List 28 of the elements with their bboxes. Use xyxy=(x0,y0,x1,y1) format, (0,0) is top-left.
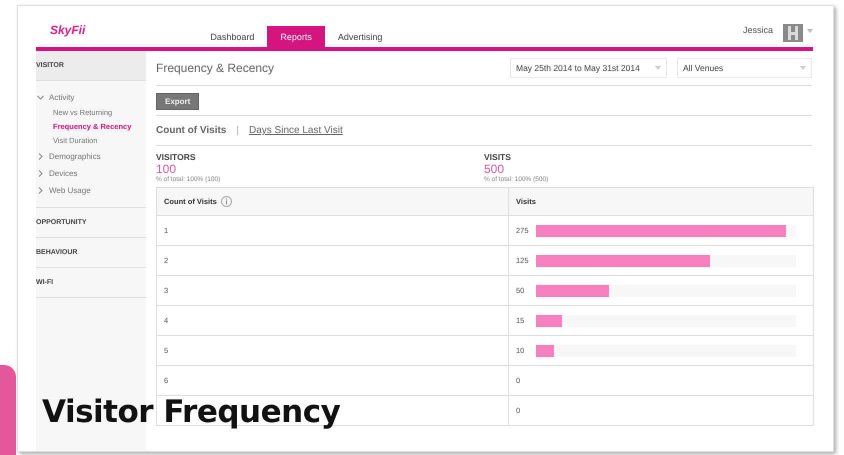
caret-icon[interactable] xyxy=(807,29,813,33)
nav-tab[interactable]: Dashboard xyxy=(197,26,268,47)
chevron-icon[interactable] xyxy=(37,187,44,194)
chevron-icon[interactable] xyxy=(37,153,44,160)
sidebar-item[interactable]: Devices xyxy=(49,169,78,178)
sub-tab[interactable]: Count of Visits xyxy=(156,125,226,136)
sidebar-item[interactable]: Demographics xyxy=(49,152,101,161)
export-button[interactable]: Export xyxy=(156,93,200,110)
sidebar-item[interactable]: Activity xyxy=(49,93,74,102)
nav-tab[interactable]: Reports xyxy=(267,26,325,47)
avatar-icon[interactable] xyxy=(783,24,803,42)
chevron-icon[interactable] xyxy=(37,94,44,101)
separator: | xyxy=(236,125,239,136)
nav-tab[interactable]: Advertising xyxy=(324,26,396,47)
logo[interactable]: SkyFii xyxy=(50,23,86,37)
stat-label: VISITS xyxy=(484,152,512,162)
date-range-dropdown[interactable]: May 25th 2014 to May 31st 2014 xyxy=(510,58,667,78)
page-title: Frequency & Recency xyxy=(156,61,276,75)
sidebar-item[interactable]: Web Usage xyxy=(49,186,91,195)
user-name[interactable]: Jessica xyxy=(742,25,773,35)
stat-label: VISITORS xyxy=(156,152,197,162)
stat-value: 100 xyxy=(156,162,178,176)
sub-tab[interactable]: Days Since Last Visit xyxy=(248,125,343,136)
info-icon[interactable] xyxy=(220,196,232,207)
venue-dropdown[interactable]: All Venues xyxy=(677,58,812,78)
chevron-icon[interactable] xyxy=(37,170,44,177)
caption: Visitor Frequency xyxy=(42,394,340,430)
stat-value: 500 xyxy=(484,162,506,176)
